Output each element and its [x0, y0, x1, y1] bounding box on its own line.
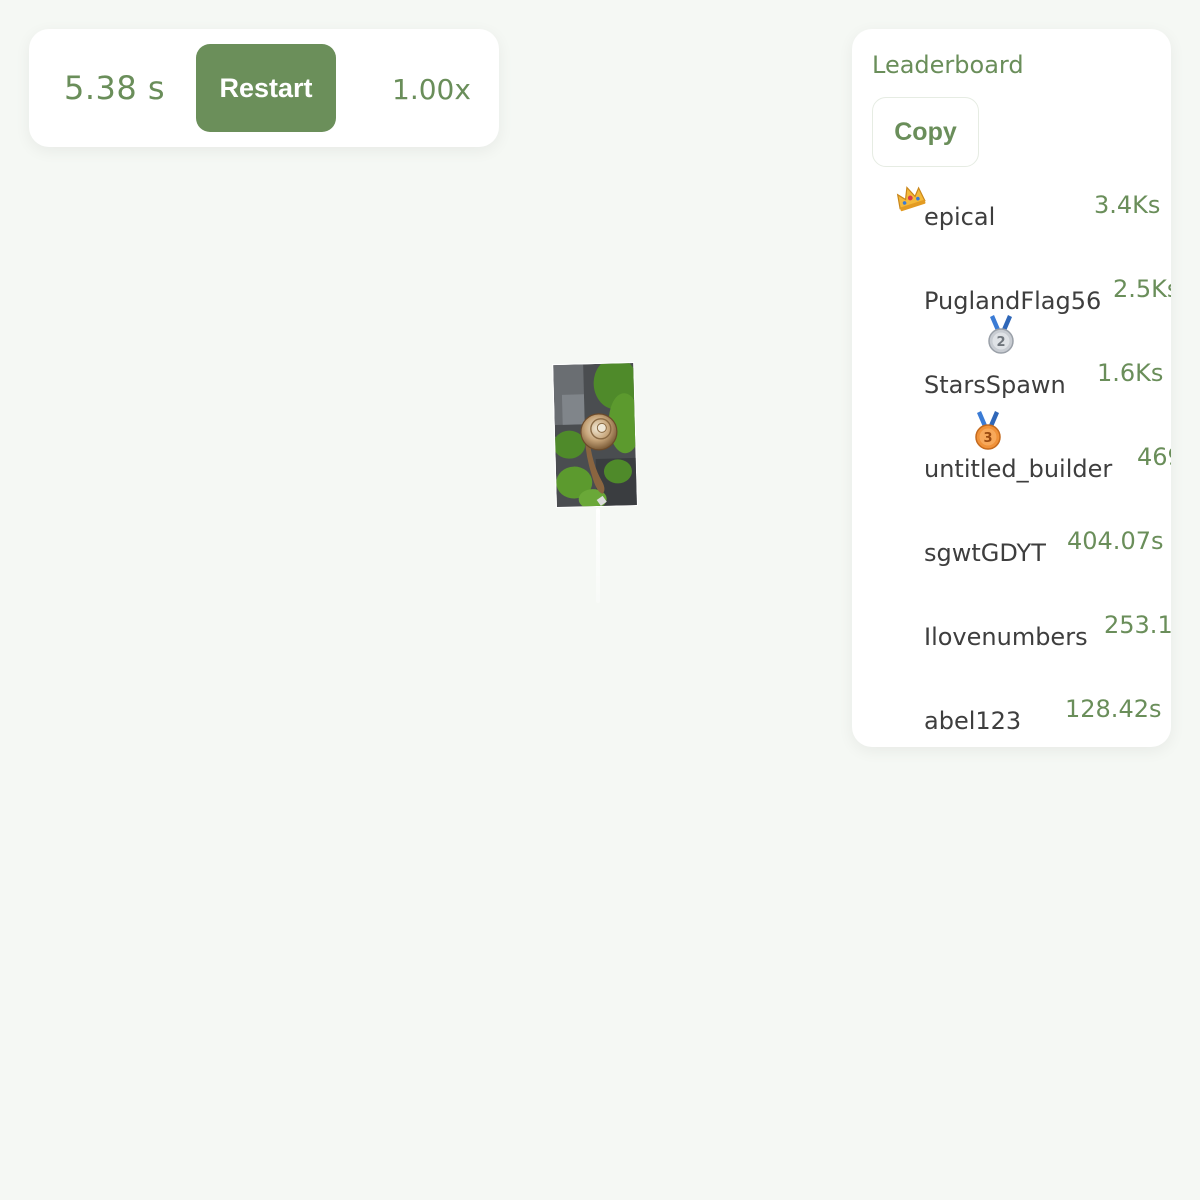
leaderboard-row: abel123 128.42s [852, 693, 1171, 747]
player-name: PuglandFlag56 [924, 287, 1102, 315]
leaderboard-row: sgwtGDYT 404.07s [852, 525, 1171, 585]
player-name: Ilovenumbers [924, 623, 1088, 651]
game-stage: 5.38 s Restart 1.00x Leaderboard Copy ep… [0, 0, 1200, 1200]
leaderboard-row: 3 untitled_builder 469 [852, 411, 1171, 501]
snail-image [553, 362, 638, 509]
crown-icon [896, 186, 926, 212]
restart-button[interactable]: Restart [196, 44, 336, 132]
player-score: 128.42s [1065, 695, 1162, 723]
player-name: StarsSpawn [924, 371, 1066, 399]
player-name: epical [924, 203, 996, 231]
player-score: 1.6Ks [1097, 359, 1164, 387]
player-name: sgwtGDYT [924, 539, 1046, 567]
leaderboard-row: Ilovenumbers 253.19 [852, 609, 1171, 669]
snail-sprite[interactable] [552, 361, 638, 509]
player-score: 3.4Ks [1094, 191, 1161, 219]
svg-text:2: 2 [996, 335, 1005, 350]
leaderboard-row: 2 StarsSpawn 1.6Ks [852, 315, 1171, 417]
player-score: 469 [1137, 443, 1171, 471]
leaderboard-row: epical 3.4Ks [852, 186, 1171, 249]
elapsed-timer: 5.38 s [64, 69, 166, 107]
speed-multiplier[interactable]: 1.00x [392, 73, 471, 106]
control-panel: 5.38 s Restart 1.00x [29, 29, 499, 147]
player-name: untitled_builder [924, 455, 1113, 483]
leaderboard-panel: Leaderboard Copy epical 3.4Ks PuglandFla… [852, 29, 1171, 747]
svg-text:3: 3 [983, 431, 992, 446]
player-score: 404.07s [1067, 527, 1164, 555]
bronze-medal-icon: 3 [975, 411, 1001, 450]
copy-button[interactable]: Copy [872, 97, 979, 167]
player-score: 2.5Ks [1113, 275, 1171, 303]
snail-trail [596, 508, 600, 603]
player-score: 253.19 [1104, 611, 1171, 639]
silver-medal-icon: 2 [988, 315, 1014, 354]
player-name: abel123 [924, 707, 1022, 735]
leaderboard-title: Leaderboard [872, 51, 1024, 79]
